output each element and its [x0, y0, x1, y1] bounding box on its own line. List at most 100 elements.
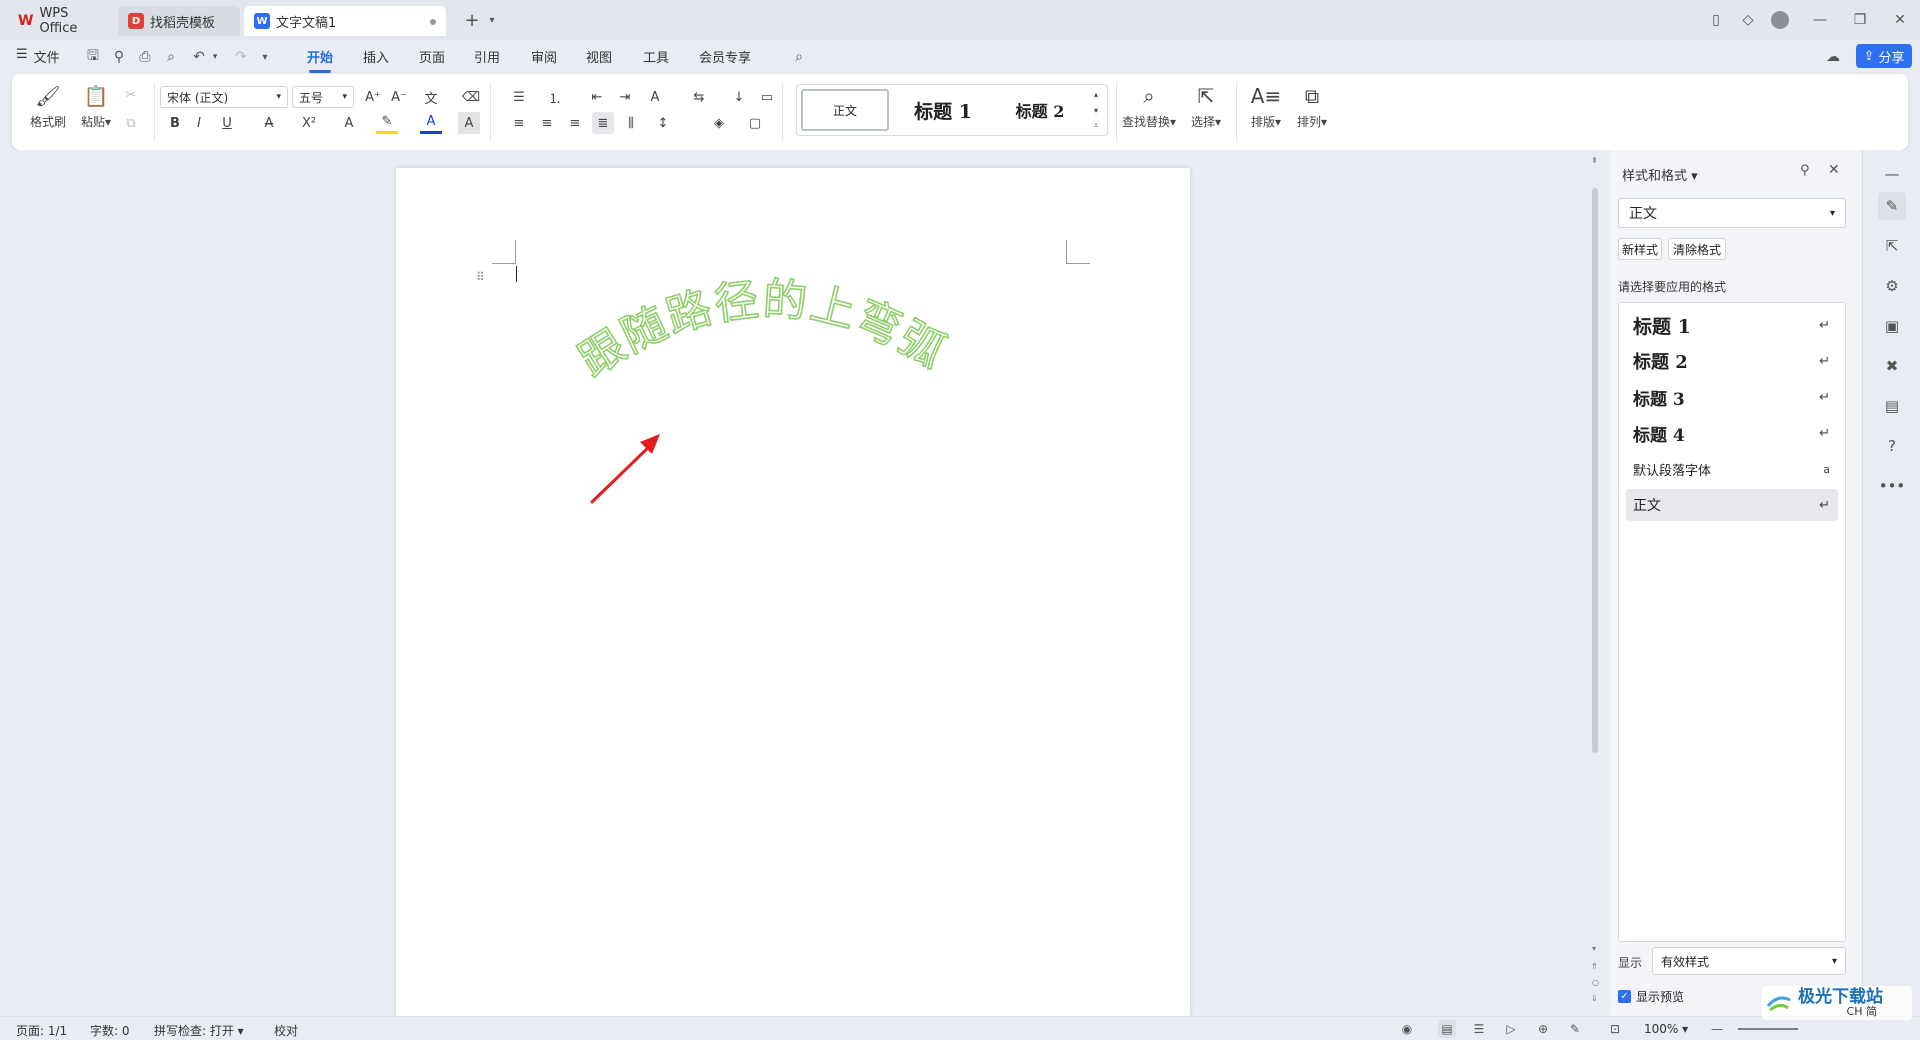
menu-tools[interactable]: 工具 — [643, 47, 669, 66]
pen-icon[interactable]: ✎ — [1566, 1020, 1584, 1038]
outline-view-icon[interactable]: ☰ — [1470, 1020, 1488, 1038]
style-list-item[interactable]: 标题 1 ↵ — [1626, 309, 1838, 341]
restore-icon[interactable]: ❐ — [1844, 8, 1876, 32]
help-icon[interactable]: ? — [1878, 432, 1906, 460]
menu-review[interactable]: 审阅 — [531, 47, 557, 66]
scroll-top-icon[interactable]: ⇞ — [1591, 156, 1598, 165]
proofread[interactable]: 校对 — [274, 1022, 298, 1039]
pane-title[interactable]: 样式和格式 ▾ — [1622, 165, 1698, 184]
bold-icon[interactable]: B — [164, 112, 186, 134]
save-icon[interactable]: 🖫 — [84, 48, 102, 66]
adjust-icon[interactable]: ⚙ — [1878, 272, 1906, 300]
grow-font-icon[interactable]: A⁺ — [362, 86, 384, 108]
char-shading-icon[interactable]: A — [458, 112, 480, 134]
eraser-icon[interactable]: ⌫ — [460, 86, 482, 108]
shrink-font-icon[interactable]: A⁻ — [388, 86, 410, 108]
font-name-select[interactable]: 宋体 (正文) ▾ — [160, 86, 288, 108]
current-style-select[interactable]: 正文 ▾ — [1618, 198, 1846, 228]
shading-icon[interactable]: ◈ — [708, 112, 730, 134]
numbered-list-icon[interactable]: ⒈ — [544, 86, 566, 108]
tab-list-chevron-icon[interactable]: ▾ — [476, 8, 508, 32]
style-heading-2[interactable]: 标题 2 — [995, 89, 1085, 131]
copy-icon[interactable]: ⧉ — [120, 112, 142, 134]
show-marks-icon[interactable]: ▭ — [756, 86, 778, 108]
gallery-more-icon[interactable]: ⩡ — [1087, 119, 1105, 133]
increase-indent-icon[interactable]: ⇥ — [614, 86, 636, 108]
zoom-level[interactable]: 100% ▾ — [1644, 1022, 1688, 1036]
play-icon[interactable]: ▷ — [1502, 1020, 1520, 1038]
strikethrough-icon[interactable]: A — [258, 112, 280, 134]
cloud-icon[interactable]: ☁ — [1824, 48, 1842, 66]
pin-icon[interactable]: ⚲ — [1800, 163, 1810, 178]
page-view-icon[interactable]: ▤ — [1438, 1020, 1456, 1038]
select-pointer-icon[interactable]: ⇱ — [1878, 232, 1906, 260]
style-heading-1[interactable]: 标题 1 — [895, 89, 991, 131]
justify-icon[interactable]: ≣ — [592, 112, 614, 134]
close-pane-icon[interactable]: ✕ — [1828, 162, 1840, 178]
web-view-icon[interactable]: ⊕ — [1534, 1020, 1552, 1038]
cut-icon[interactable]: ✂ — [120, 84, 142, 106]
prev-page-icon[interactable]: ⇑ — [1591, 962, 1598, 971]
paste-button[interactable]: 📋 粘贴▾ — [74, 82, 118, 130]
close-icon[interactable]: ✕ — [1884, 8, 1916, 32]
align-left-icon[interactable]: ≡ — [508, 112, 530, 134]
more-icon[interactable]: ••• — [1878, 472, 1906, 500]
distributed-icon[interactable]: ⫼ — [620, 112, 642, 134]
style-list-item[interactable]: 默认段落字体 a — [1626, 453, 1838, 485]
print-icon[interactable]: ⎙ — [136, 48, 154, 66]
phonetic-icon[interactable]: 文 — [420, 86, 442, 108]
redo-icon[interactable]: ↷ — [232, 48, 250, 66]
borders-icon[interactable]: ▢ — [744, 112, 766, 134]
fit-icon[interactable]: ⊡ — [1606, 1020, 1624, 1038]
minimize-icon[interactable]: — — [1804, 8, 1836, 32]
tools-icon[interactable]: ✖ — [1878, 352, 1906, 380]
style-list-item[interactable]: 标题 4 ↵ — [1626, 417, 1838, 449]
underline-icon[interactable]: U — [216, 112, 238, 134]
decrease-indent-icon[interactable]: ⇤ — [586, 86, 608, 108]
style-normal[interactable]: 正文 — [801, 89, 889, 131]
menu-home[interactable]: 开始 — [307, 47, 333, 73]
style-list-item[interactable]: 正文 ↵ — [1626, 489, 1838, 521]
tab-template[interactable]: D 找稻壳模板 — [118, 6, 240, 36]
new-style-button[interactable]: 新样式 — [1618, 238, 1662, 260]
layout-icon[interactable]: ▯ — [1700, 8, 1732, 32]
align-right-icon[interactable]: ≡ — [564, 112, 586, 134]
menu-insert[interactable]: 插入 — [363, 47, 389, 66]
cube-icon[interactable]: ◇ — [1732, 8, 1764, 32]
menu-references[interactable]: 引用 — [474, 47, 500, 66]
paragraph-direction-icon[interactable]: ⇆ — [688, 86, 710, 108]
style-list-item[interactable]: 标题 2 ↵ — [1626, 345, 1838, 377]
clear-format-button[interactable]: 清除格式 — [1668, 238, 1726, 260]
book-icon[interactable]: ▤ — [1878, 392, 1906, 420]
collapse-icon[interactable]: — — [1878, 160, 1906, 188]
bullet-list-icon[interactable]: ☰ — [508, 86, 530, 108]
font-size-select[interactable]: 五号 ▾ — [292, 86, 354, 108]
gallery-up-icon[interactable]: ▴ — [1087, 87, 1105, 101]
find-replace-button[interactable]: ⌕ 查找替换▾ — [1116, 82, 1182, 130]
menu-page[interactable]: 页面 — [419, 47, 445, 66]
avatar[interactable] — [1764, 8, 1796, 32]
superscript-icon[interactable]: X² — [298, 112, 320, 134]
text-direction-icon[interactable]: A — [644, 86, 666, 108]
document-page[interactable]: ⠿ 跟随路径的上弯弧 — [396, 168, 1190, 1016]
print-preview-icon[interactable]: ⌕ — [162, 48, 180, 66]
link-icon[interactable]: ⚲ — [110, 48, 128, 66]
image-edit-icon[interactable]: ▣ — [1878, 312, 1906, 340]
highlight-icon[interactable]: ✎ — [376, 112, 398, 134]
font-color-icon[interactable]: A — [420, 112, 442, 134]
spell-check[interactable]: 拼写检查: 打开 ▾ — [154, 1022, 244, 1039]
file-menu[interactable]: ☰ 文件 — [16, 47, 60, 66]
italic-icon[interactable]: I — [188, 112, 210, 134]
show-preview-checkbox[interactable]: ✓ 显示预览 — [1618, 988, 1684, 1005]
next-page-icon[interactable]: ⇓ — [1591, 994, 1598, 1003]
customize-chevron-icon[interactable]: ▾ — [256, 48, 274, 66]
arrange-button[interactable]: ⧉ 排列▾ — [1290, 82, 1334, 130]
line-spacing-icon[interactable]: ↕ — [652, 112, 674, 134]
scroll-down-icon[interactable]: ▾ — [1592, 944, 1596, 953]
share-button[interactable]: ⇪ 分享 — [1856, 44, 1912, 68]
wordart-arc-text[interactable]: 跟随路径的上弯弧 — [570, 273, 955, 387]
menu-view[interactable]: 视图 — [586, 47, 612, 66]
text-effect-icon[interactable]: A — [338, 112, 360, 134]
align-center-icon[interactable]: ≡ — [536, 112, 558, 134]
style-edit-icon[interactable]: ✎ — [1878, 192, 1906, 220]
